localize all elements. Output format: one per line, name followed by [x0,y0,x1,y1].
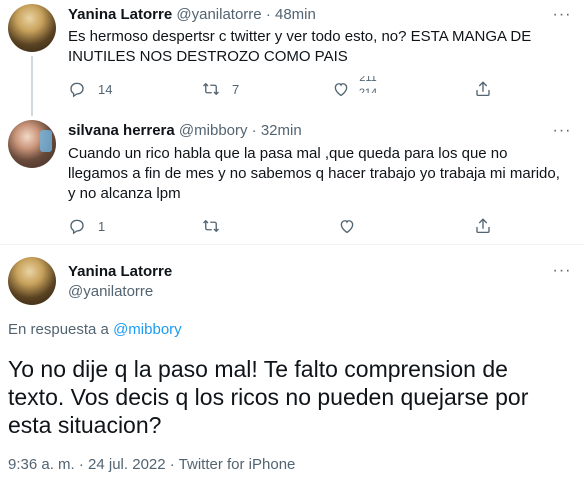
user-name[interactable]: silvana herrera [68,122,175,139]
retweet-button[interactable]: 7 [202,79,239,99]
tweet-header: Yanina Latorre @yanilatorre · 48min [68,5,316,25]
reply-button[interactable]: 1 [68,216,105,236]
reply-prefix: En respuesta a [8,321,114,338]
main-tweet-text: Yo no dije q la paso mal! Te falto compr… [8,356,529,438]
share-button[interactable] [474,79,492,99]
share-icon [476,218,490,234]
tweet-metadata[interactable]: 9:36 a. m. · 24 jul. 2022 · Twitter for … [8,455,295,475]
avatar[interactable] [8,120,56,168]
tweet-text: Cuando un rico habla que la pasa mal ,qu… [68,145,560,202]
like-count-rolling: 211 214 [353,76,383,93]
divider [0,244,584,245]
user-handle[interactable]: @yanilatorre [68,282,153,302]
like-icon [340,220,354,234]
reply-icon [70,219,84,235]
like-button[interactable] [332,79,350,99]
retweet-button[interactable] [202,216,220,236]
retweet-icon [203,83,219,95]
like-count-bottom: 214 [358,87,378,93]
like-icon [334,83,348,97]
avatar[interactable] [8,257,56,305]
user-handle[interactable]: @yanilatorre [176,6,261,23]
tweet-2[interactable]: silvana herrera @mibbory · 32min ··· Cua… [0,116,584,248]
more-icon[interactable]: ··· [552,121,572,141]
like-button[interactable] [338,216,356,236]
user-name[interactable]: Yanina Latorre [68,6,172,23]
retweet-count: 7 [232,81,240,97]
separator: · [251,122,257,139]
reply-mention-link[interactable]: @mibbory [113,321,182,338]
retweet-icon [203,220,219,232]
user-name[interactable]: Yanina Latorre [68,262,172,282]
more-icon[interactable]: ··· [552,5,572,25]
reply-count: 1 [98,218,106,234]
share-button[interactable] [474,216,492,236]
reply-context: En respuesta a @mibbory [8,320,182,340]
reply-count: 14 [98,81,113,97]
timestamp[interactable]: 32min [261,122,302,139]
reply-button[interactable]: 14 [68,79,112,99]
reply-icon [70,82,84,98]
more-icon[interactable]: ··· [552,261,572,281]
separator: · [265,6,271,23]
tweet-actions: 1 [68,216,568,236]
tweet-1[interactable]: Yanina Latorre @yanilatorre · 48min ··· … [0,0,584,116]
timestamp[interactable]: 48min [275,6,316,23]
tweet-header: silvana herrera @mibbory · 32min [68,121,302,141]
user-handle[interactable]: @mibbory [179,122,248,139]
like-count-top: 211 [359,76,377,83]
share-icon [476,81,490,97]
tweet-actions: 14 7 211 214 [68,76,568,99]
thread-line [31,56,33,116]
avatar[interactable] [8,4,56,52]
tweet-text: Es hermoso despertsr c twitter y ver tod… [68,28,532,65]
